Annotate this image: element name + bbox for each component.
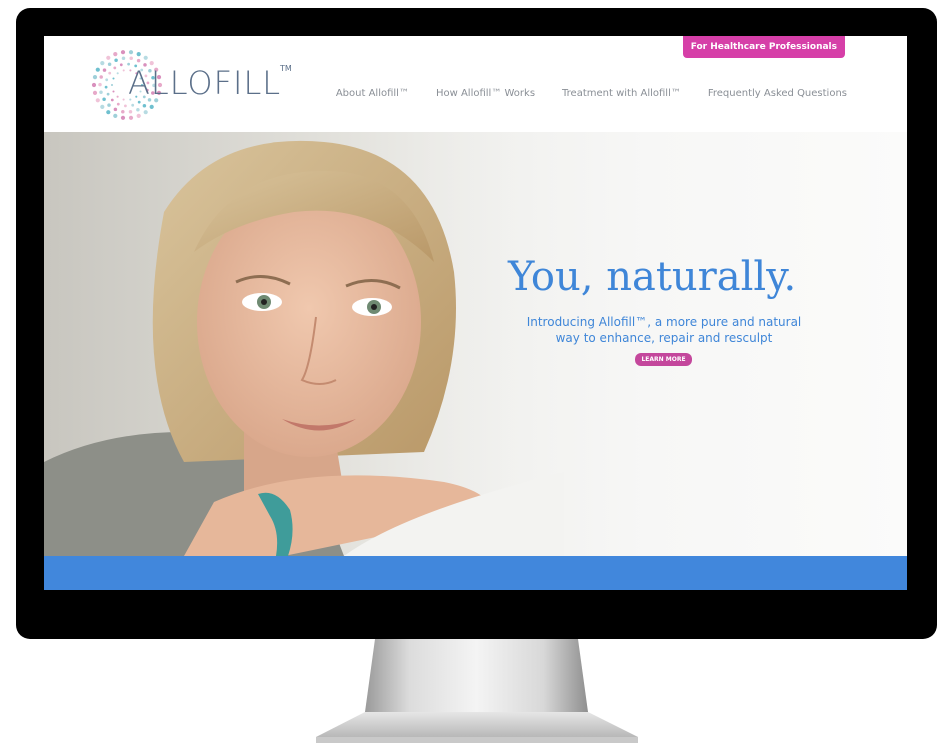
logo-dot <box>102 97 106 102</box>
logo-dot <box>122 69 125 72</box>
logo-dot <box>136 113 141 118</box>
logo-dot <box>124 104 127 108</box>
logo-dot <box>136 107 140 112</box>
hero-subtitle-line-1: Introducing Allofill™, a more pure and n… <box>526 315 802 329</box>
logo-dot <box>102 68 107 72</box>
nav-how-it-works[interactable]: How Allofill™ Works <box>436 88 535 99</box>
logo-dot <box>92 75 98 80</box>
logo-dot <box>143 110 148 115</box>
logo-dot <box>106 55 111 60</box>
logo-dot <box>105 78 109 82</box>
logo-dot <box>106 92 110 96</box>
logo-dot <box>100 61 105 66</box>
logo-dot <box>113 52 118 57</box>
main-nav: About Allofill™ How Allofill™ Works Trea… <box>336 88 847 99</box>
logo-dot <box>107 103 111 107</box>
logo-dot <box>128 50 134 55</box>
logo-dot <box>129 56 133 61</box>
logo-dot <box>113 113 118 118</box>
logo-dot <box>128 115 134 120</box>
logo-dot <box>119 63 123 67</box>
logo-dot <box>100 104 105 109</box>
logo-dot <box>92 90 98 95</box>
allofill-logo[interactable]: ALLOFILL TM <box>90 48 300 122</box>
hero-subtitle: Introducing Allofill™, a more pure and n… <box>514 314 814 346</box>
logo-dot <box>113 66 117 70</box>
logo-dot <box>149 104 154 109</box>
hero-subtitle-line-2: way to enhance, repair and resculpt <box>555 331 773 345</box>
logo-trademark: TM <box>280 64 292 73</box>
logo-dot <box>95 98 100 103</box>
logo-dot <box>99 90 103 94</box>
logo-dot <box>116 95 119 98</box>
logo-dot <box>95 67 100 72</box>
learn-more-button[interactable]: LEARN MORE <box>635 353 692 366</box>
hero-title: You, naturally. <box>508 254 797 300</box>
logo-dot <box>112 77 115 80</box>
logo-dot <box>136 52 141 57</box>
logo-dot <box>116 72 119 75</box>
logo-dot <box>131 103 135 107</box>
logo-dot <box>114 58 118 63</box>
logo-dot <box>120 50 126 55</box>
logo-dot <box>104 85 108 89</box>
logo-dot <box>112 90 115 93</box>
logo-dot <box>143 55 148 60</box>
logo-dot <box>120 115 126 120</box>
logo-dot <box>107 62 112 67</box>
nav-faq[interactable]: Frequently Asked Questions <box>708 88 847 99</box>
logo-dot <box>99 75 103 79</box>
nav-treatment[interactable]: Treatment with Allofill™ <box>562 88 681 99</box>
logo-dot <box>98 82 102 87</box>
screen: ALLOFILL TM About Allofill™ How Allofill… <box>44 36 907 590</box>
logo-dot <box>91 82 97 88</box>
logo-dot <box>136 58 141 63</box>
logo-dot <box>121 109 125 114</box>
blue-footer-bar <box>44 556 907 590</box>
logo-dot <box>108 71 112 75</box>
logo-dot <box>116 102 120 106</box>
hero-woman-image <box>44 132 564 556</box>
logo-dot <box>110 83 114 87</box>
nav-about[interactable]: About Allofill™ <box>336 88 409 99</box>
logo-dot <box>121 56 126 60</box>
healthcare-professionals-button[interactable]: For Healthcare Professionals <box>682 36 845 58</box>
logo-text: ALLOFILL <box>128 64 282 102</box>
hero-banner: You, naturally. Introducing Allofill™, a… <box>44 132 907 556</box>
logo-dot <box>106 110 111 115</box>
logo-dot <box>113 107 118 112</box>
logo-dot <box>128 110 133 114</box>
logo-dot <box>110 98 114 102</box>
logo-dot <box>142 103 147 108</box>
logo-dot <box>122 98 125 101</box>
